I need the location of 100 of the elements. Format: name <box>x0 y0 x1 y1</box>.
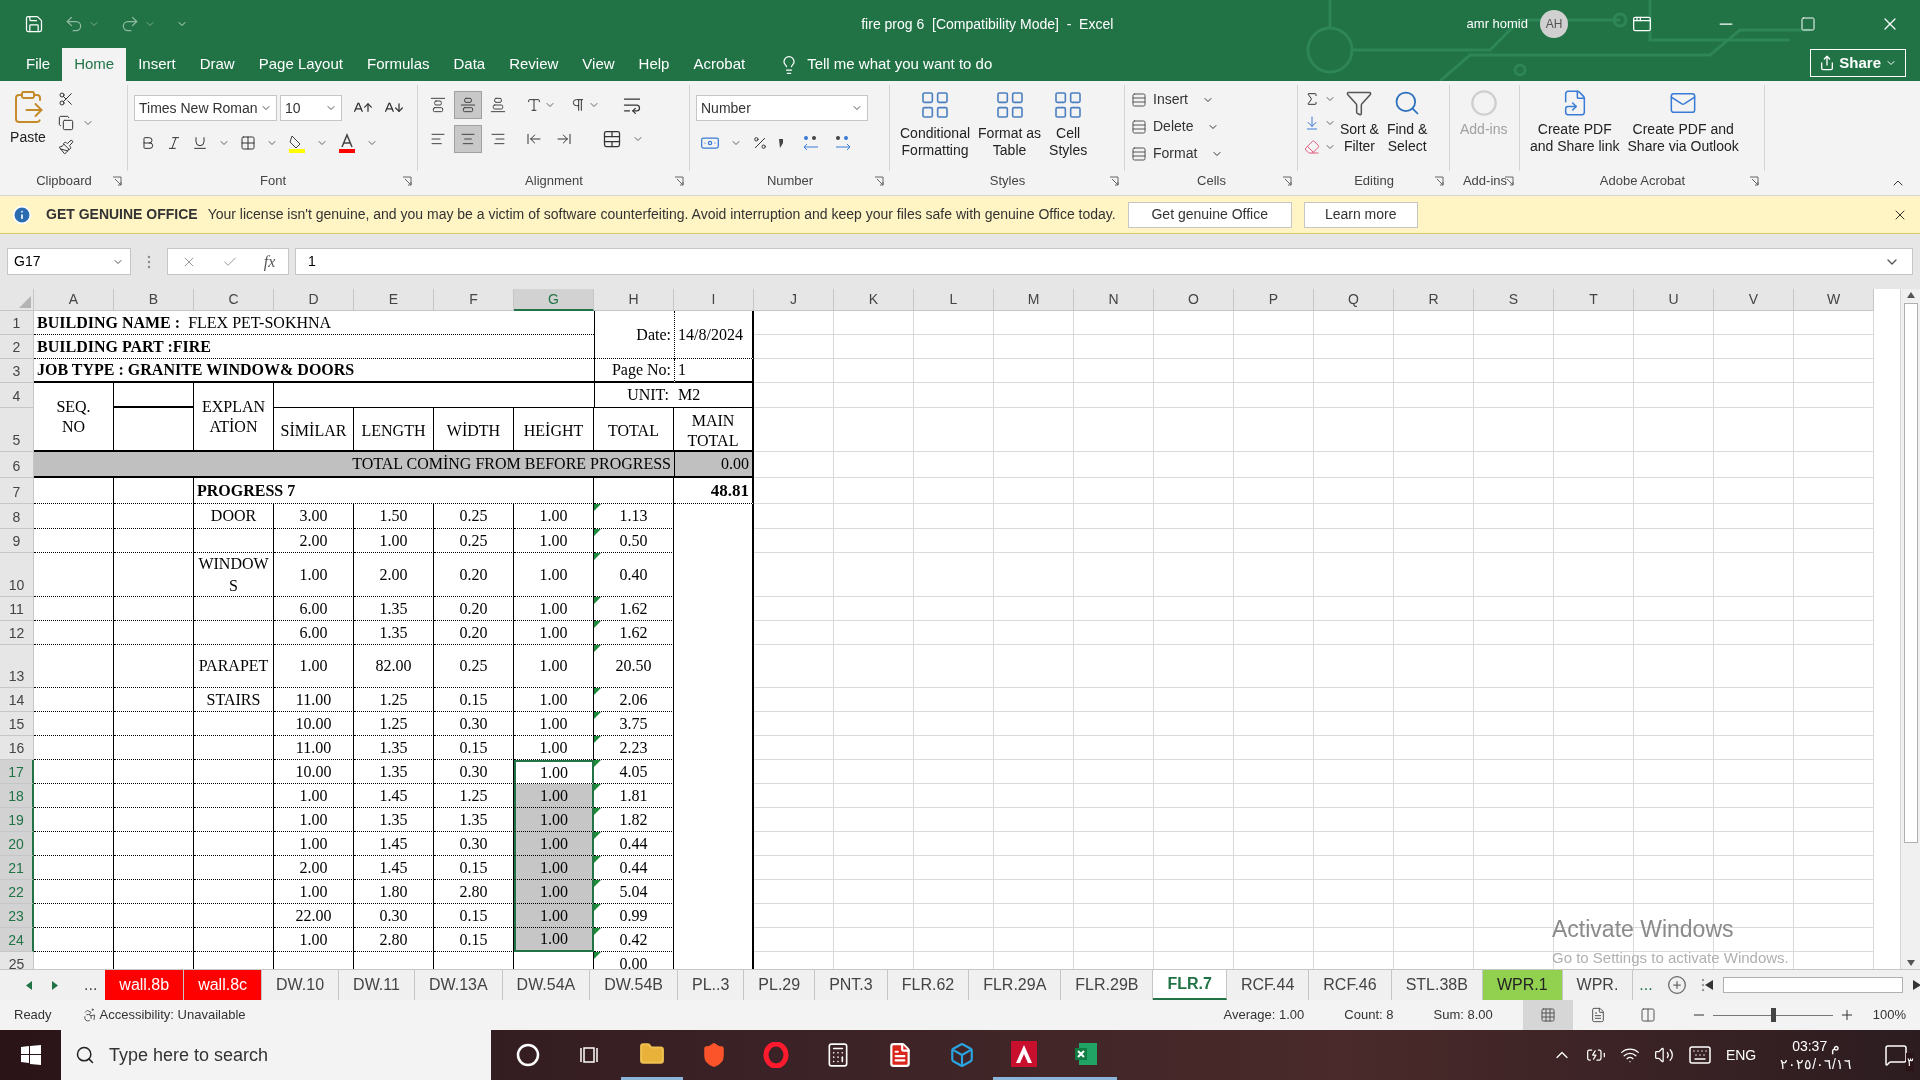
notice-button[interactable]: Get genuine Office <box>1127 201 1292 228</box>
table-cell: 0.44 <box>594 832 674 856</box>
zoom-level[interactable]: 100% <box>1872 1005 1906 1025</box>
column-header[interactable]: J <box>754 289 834 311</box>
row-header[interactable]: 14 <box>0 688 34 712</box>
column-header[interactable]: F <box>434 289 514 311</box>
row-header[interactable]: 12 <box>0 621 34 645</box>
column-header[interactable]: T <box>1554 289 1634 311</box>
styles-button[interactable]: Cell Styles <box>1045 85 1092 171</box>
row-header[interactable]: 11 <box>0 597 34 621</box>
clock-date[interactable]: ٢٠٢٥/٠٦/١٦ <box>1780 1055 1852 1073</box>
sheet-tab[interactable]: WPR.1 <box>1482 970 1563 1000</box>
sheet-tab[interactable]: FLR.7 <box>1153 970 1227 1000</box>
taskbar-search-field[interactable]: Type here to search <box>61 1030 491 1080</box>
table-cell: 1.25 <box>354 688 434 712</box>
group-label: Styles <box>989 172 1026 191</box>
more-sheets-button[interactable]: ... <box>1639 973 1653 997</box>
menu-tab[interactable]: Review <box>497 48 571 81</box>
table-cell: 0.15 <box>434 856 514 880</box>
row-header[interactable]: 1 <box>0 311 34 335</box>
menu-tab[interactable]: Home <box>62 48 127 81</box>
row-header[interactable]: 6 <box>0 452 34 478</box>
menu-tab[interactable]: Data <box>441 48 498 81</box>
column-header[interactable]: S <box>1474 289 1554 311</box>
create-pdf-button[interactable]: Create PDF and Share link <box>1526 85 1624 171</box>
table-header-cell: SEQ. NO <box>34 383 114 452</box>
more-sheets-button[interactable]: ... <box>84 973 98 997</box>
row-header[interactable]: 17 <box>0 760 34 784</box>
window-title: fire prog 6 [Compatibility Mode] - Excel <box>861 14 1114 34</box>
column-header[interactable]: R <box>1394 289 1474 311</box>
row-header[interactable]: 8 <box>0 504 34 529</box>
column-header[interactable]: N <box>1074 289 1154 311</box>
cells-button[interactable]: Format <box>1131 143 1224 164</box>
insert-function-button[interactable]: fx <box>263 249 276 274</box>
notice-button[interactable]: Learn more <box>1303 201 1418 228</box>
menu-tab[interactable]: Insert <box>126 48 188 81</box>
number-format-dropdown[interactable]: Number <box>696 95 868 121</box>
row-header[interactable]: 7 <box>0 478 34 504</box>
sheet-tab[interactable]: wall.8b <box>105 970 185 1000</box>
row-header[interactable]: 5 <box>0 408 34 452</box>
column-header[interactable]: V <box>1714 289 1794 311</box>
row-header[interactable]: 24 <box>0 928 34 952</box>
column-header[interactable]: P <box>1234 289 1314 311</box>
row-header[interactable]: 20 <box>0 832 34 856</box>
column-header[interactable]: Q <box>1314 289 1394 311</box>
menu-tab[interactable]: View <box>570 48 627 81</box>
font-size-dropdown[interactable]: 10 <box>280 95 342 121</box>
name-box[interactable]: G17 <box>7 248 131 275</box>
column-header[interactable]: B <box>114 289 194 311</box>
row-header[interactable]: 9 <box>0 529 34 553</box>
row-header[interactable]: 2 <box>0 335 34 359</box>
menu-tab[interactable]: Formulas <box>354 48 442 81</box>
menu-tab[interactable]: File <box>14 48 63 81</box>
share-button[interactable]: Share <box>1810 49 1906 77</box>
clock-time[interactable]: 03:37 م <box>1792 1037 1841 1055</box>
column-header[interactable]: W <box>1794 289 1874 311</box>
find-select-button[interactable]: Find & Select <box>1382 85 1432 171</box>
row-header[interactable]: 25 <box>0 952 34 969</box>
column-header[interactable]: M <box>994 289 1074 311</box>
column-header[interactable]: U <box>1634 289 1714 311</box>
column-header[interactable]: E <box>354 289 434 311</box>
user-avatar[interactable]: AH <box>1540 10 1568 38</box>
cells-button[interactable]: Insert <box>1131 89 1224 110</box>
menu-tab[interactable]: Acrobat <box>681 48 758 81</box>
row-header[interactable]: 22 <box>0 880 34 904</box>
font-name-dropdown[interactable]: Times New Roman <box>134 95 277 121</box>
row-header[interactable]: 15 <box>0 712 34 736</box>
row-header[interactable]: 16 <box>0 736 34 760</box>
tell-me-field[interactable]: Tell me what you want to do <box>807 53 993 76</box>
row-header[interactable]: 18 <box>0 784 34 808</box>
cells-button[interactable]: Delete <box>1131 116 1224 137</box>
menu-tab[interactable]: Draw <box>187 48 247 81</box>
menu-tab[interactable]: Page Layout <box>246 48 355 81</box>
row-header[interactable]: 21 <box>0 856 34 880</box>
row-header[interactable]: 13 <box>0 645 34 688</box>
row-header[interactable]: 4 <box>0 383 34 408</box>
column-header[interactable]: O <box>1154 289 1234 311</box>
row-header[interactable]: 10 <box>0 553 34 597</box>
styles-button[interactable]: Format as Table <box>974 85 1046 171</box>
sort-filter-button[interactable]: Sort & Filter <box>1336 85 1383 171</box>
row-header[interactable]: 19 <box>0 808 34 832</box>
column-header[interactable]: K <box>834 289 914 311</box>
styles-button[interactable]: Conditional Formatting <box>896 85 975 171</box>
formula-field[interactable]: 1 <box>295 248 1913 275</box>
menu-tab[interactable]: Help <box>626 48 682 81</box>
column-header[interactable]: H <box>594 289 674 311</box>
column-header[interactable]: A <box>34 289 114 311</box>
table-cell: 1.50 <box>354 504 434 529</box>
row-header[interactable]: 23 <box>0 904 34 928</box>
column-header[interactable]: D <box>274 289 354 311</box>
create-pdf-button[interactable]: Create PDF and Share via Outlook <box>1623 85 1743 171</box>
accessibility-status[interactable]: Accessibility: Unavailable <box>99 1005 246 1025</box>
column-header[interactable]: C <box>194 289 274 311</box>
column-header[interactable]: I <box>674 289 754 311</box>
column-header[interactable]: L <box>914 289 994 311</box>
sheet-tab[interactable]: wall.8c <box>184 970 263 1000</box>
paste-button[interactable]: Paste <box>6 85 50 171</box>
row-header[interactable]: 3 <box>0 359 34 383</box>
language-indicator[interactable]: ENG <box>1725 1044 1757 1066</box>
column-header[interactable]: G <box>514 289 594 311</box>
